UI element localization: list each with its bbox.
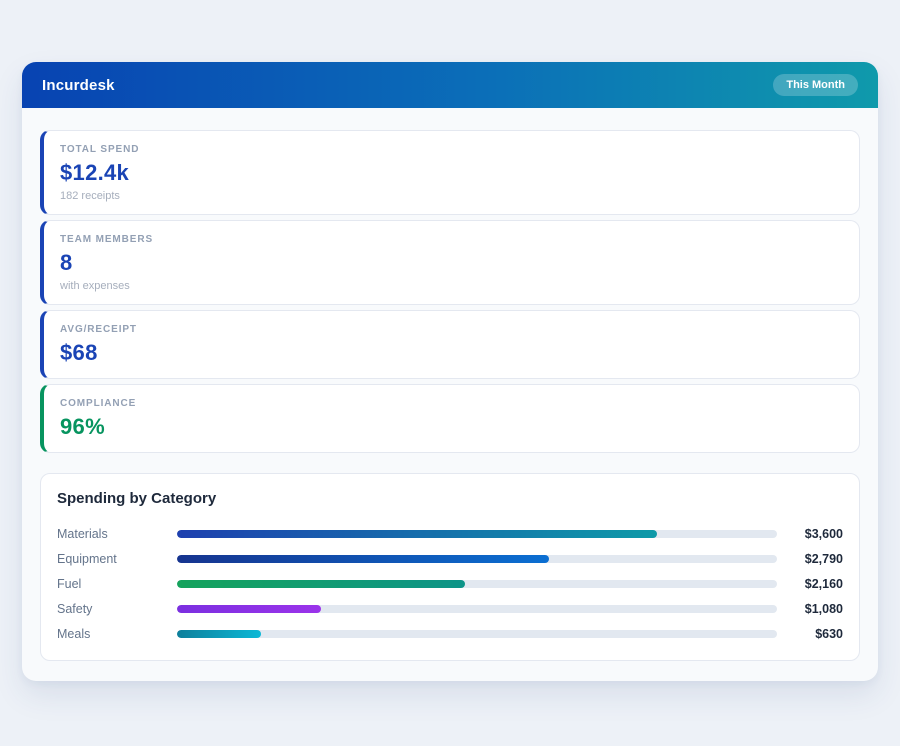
category-row: Equipment $2,790 bbox=[57, 546, 843, 571]
stat-card-compliance: COMPLIANCE 96% bbox=[40, 384, 860, 453]
category-bar-fill bbox=[177, 554, 549, 563]
stat-value: $12.4k bbox=[60, 160, 130, 185]
stat-card-avg-receipt: AVG/RECEIPT $68 bbox=[40, 310, 860, 379]
dashboard-card: Incurdesk This Month TOTAL SPEND $12.4k … bbox=[22, 62, 878, 681]
stat-label: TEAM MEMBERS bbox=[60, 234, 154, 245]
app-header: Incurdesk This Month bbox=[22, 62, 878, 108]
spending-chart-title: Spending by Category bbox=[57, 490, 217, 507]
stat-card-total-spend: TOTAL SPEND $12.4k 182 receipts bbox=[40, 130, 860, 215]
stat-label: COMPLIANCE bbox=[60, 398, 137, 409]
category-label: Safety bbox=[57, 601, 93, 616]
category-label: Meals bbox=[57, 626, 91, 641]
category-bar-track bbox=[177, 604, 777, 613]
dashboard-body: TOTAL SPEND $12.4k 182 receipts TEAM MEM… bbox=[22, 108, 878, 681]
category-bar-fill bbox=[177, 604, 321, 613]
stat-sublabel: with expenses bbox=[60, 280, 130, 292]
category-row: Fuel $2,160 bbox=[57, 571, 843, 596]
spending-by-category-card: Spending by Category Materials $3,600 Equi… bbox=[40, 473, 860, 661]
category-bar-track bbox=[177, 579, 777, 588]
category-bar-fill bbox=[177, 579, 465, 588]
category-row: Safety $1,080 bbox=[57, 596, 843, 621]
category-bar-fill bbox=[177, 529, 657, 538]
category-bar-track bbox=[177, 529, 777, 538]
category-value: $630 bbox=[815, 626, 843, 641]
stat-label: TOTAL SPEND bbox=[60, 144, 140, 155]
category-value: $1,080 bbox=[804, 601, 843, 616]
category-value: $2,160 bbox=[804, 576, 843, 591]
stat-value: 8 bbox=[60, 250, 73, 275]
app-title: Incurdesk bbox=[42, 76, 115, 94]
category-label: Fuel bbox=[57, 576, 82, 591]
category-bar-track bbox=[177, 629, 777, 638]
category-row: Materials $3,600 bbox=[57, 521, 843, 546]
stat-sublabel: 182 receipts bbox=[60, 190, 120, 202]
period-badge[interactable]: This Month bbox=[773, 74, 858, 96]
stat-label: AVG/RECEIPT bbox=[60, 324, 137, 335]
category-bar-track bbox=[177, 554, 777, 563]
category-label: Materials bbox=[57, 526, 108, 541]
category-label: Equipment bbox=[57, 551, 117, 566]
stat-card-team-members: TEAM MEMBERS 8 with expenses bbox=[40, 220, 860, 305]
category-value: $3,600 bbox=[804, 526, 843, 541]
category-row: Meals $630 bbox=[57, 621, 843, 646]
category-bar-list: Materials $3,600 Equipment $2,790 Fuel $2,160… bbox=[57, 521, 843, 646]
stat-value: $68 bbox=[60, 340, 98, 365]
category-value: $2,790 bbox=[804, 551, 843, 566]
category-bar-fill bbox=[177, 629, 261, 638]
stat-value: 96% bbox=[60, 414, 105, 439]
